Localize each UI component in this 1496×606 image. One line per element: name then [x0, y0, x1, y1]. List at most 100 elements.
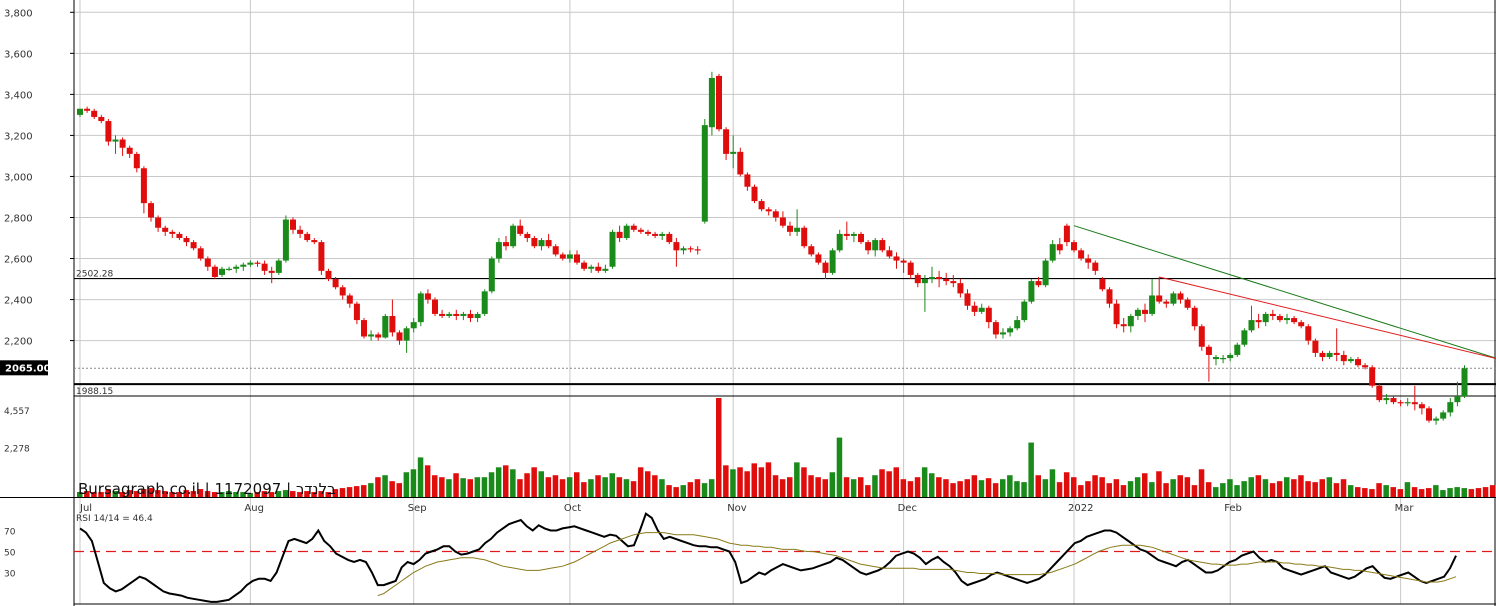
candle-body	[1191, 307, 1198, 327]
candle-body	[609, 231, 616, 267]
y-tick-label: 2,400	[4, 296, 33, 307]
volume-bar	[836, 437, 843, 497]
volume-bar	[779, 479, 786, 497]
candle	[666, 231, 673, 245]
candle-body	[233, 266, 240, 269]
volume-bar	[1149, 482, 1155, 497]
volume-bar	[588, 479, 594, 497]
candle-body	[751, 186, 758, 202]
volume-bar	[1184, 477, 1191, 497]
volume-bar	[666, 485, 672, 497]
candle-body	[211, 266, 218, 277]
volume-bar	[1234, 485, 1240, 497]
volume-bar	[971, 475, 978, 497]
volume-bar	[1063, 472, 1070, 497]
candle	[772, 209, 779, 222]
candle-body	[1426, 408, 1432, 421]
candle	[1113, 299, 1120, 329]
candle	[1142, 303, 1148, 323]
candle-body	[424, 293, 431, 300]
candle	[453, 309, 460, 321]
candle	[467, 309, 474, 323]
candle-body	[126, 147, 133, 154]
volume-bar	[985, 478, 992, 497]
candle	[98, 114, 105, 124]
candle-body	[1298, 322, 1305, 327]
candle	[261, 260, 268, 275]
level-label: 1988.15	[76, 387, 113, 397]
candle	[140, 166, 147, 214]
candle	[1369, 365, 1376, 388]
candle-body	[162, 227, 169, 232]
candle	[311, 238, 318, 245]
volume-bar	[517, 479, 523, 497]
candle-body	[1184, 299, 1191, 308]
volume-bar	[1291, 479, 1297, 497]
candle	[1333, 328, 1340, 362]
candle	[971, 301, 978, 316]
candle	[538, 238, 545, 251]
volume-bar	[1255, 475, 1262, 497]
volume-bar	[865, 485, 871, 497]
candle	[751, 184, 758, 204]
volume-bar	[914, 477, 921, 497]
candle	[346, 293, 353, 308]
volume-bar	[488, 472, 495, 497]
volume-bar	[1482, 487, 1489, 497]
candle	[609, 229, 616, 269]
candle-body	[836, 233, 843, 251]
candle	[162, 225, 169, 236]
candle	[126, 145, 133, 158]
candle	[432, 297, 438, 316]
candle	[1220, 354, 1227, 364]
volume-bar	[1163, 483, 1169, 497]
volume-bar	[1127, 481, 1134, 497]
volume-bar	[716, 398, 722, 497]
x-tick-label: Feb	[1224, 503, 1242, 514]
candle-body	[694, 249, 701, 251]
candle-body	[943, 279, 950, 282]
volume-bar	[1433, 485, 1439, 497]
candle-body	[623, 225, 630, 239]
x-tick-label: Mar	[1395, 503, 1415, 514]
candle	[879, 238, 886, 253]
volume-tick-label: 2,278	[4, 445, 30, 455]
candle-body	[872, 240, 879, 251]
candle	[1426, 406, 1432, 423]
candle	[1227, 352, 1234, 362]
volume-bar	[645, 471, 651, 497]
candle-body	[197, 248, 204, 259]
candle-body	[1404, 402, 1411, 404]
candle	[1014, 315, 1021, 331]
volume-bar	[1454, 487, 1460, 497]
candle-body	[730, 151, 737, 154]
candle	[808, 244, 815, 257]
candle	[907, 260, 914, 280]
candle-body	[772, 211, 779, 218]
volume-bar	[1475, 488, 1482, 497]
volume-bar	[531, 467, 537, 497]
volume-bar	[382, 475, 388, 497]
candle-body	[893, 256, 900, 261]
candle	[936, 270, 943, 288]
candle	[183, 235, 190, 247]
candle	[1433, 416, 1440, 425]
candle	[84, 106, 91, 113]
candle	[900, 258, 907, 273]
candle-body	[1241, 330, 1248, 345]
candle-body	[503, 242, 509, 247]
candle-body	[304, 233, 311, 241]
candle	[843, 221, 850, 241]
candle-body	[794, 227, 801, 232]
candle-body	[865, 242, 872, 251]
candle-body	[282, 219, 289, 261]
candle	[1028, 279, 1035, 304]
candle-body	[1376, 385, 1383, 401]
candle	[1440, 410, 1447, 421]
candle-body	[779, 217, 786, 226]
candle	[1042, 258, 1049, 288]
candle-body	[1134, 309, 1141, 316]
candle	[169, 229, 176, 239]
volume-bar	[843, 477, 850, 497]
candle	[282, 215, 289, 263]
